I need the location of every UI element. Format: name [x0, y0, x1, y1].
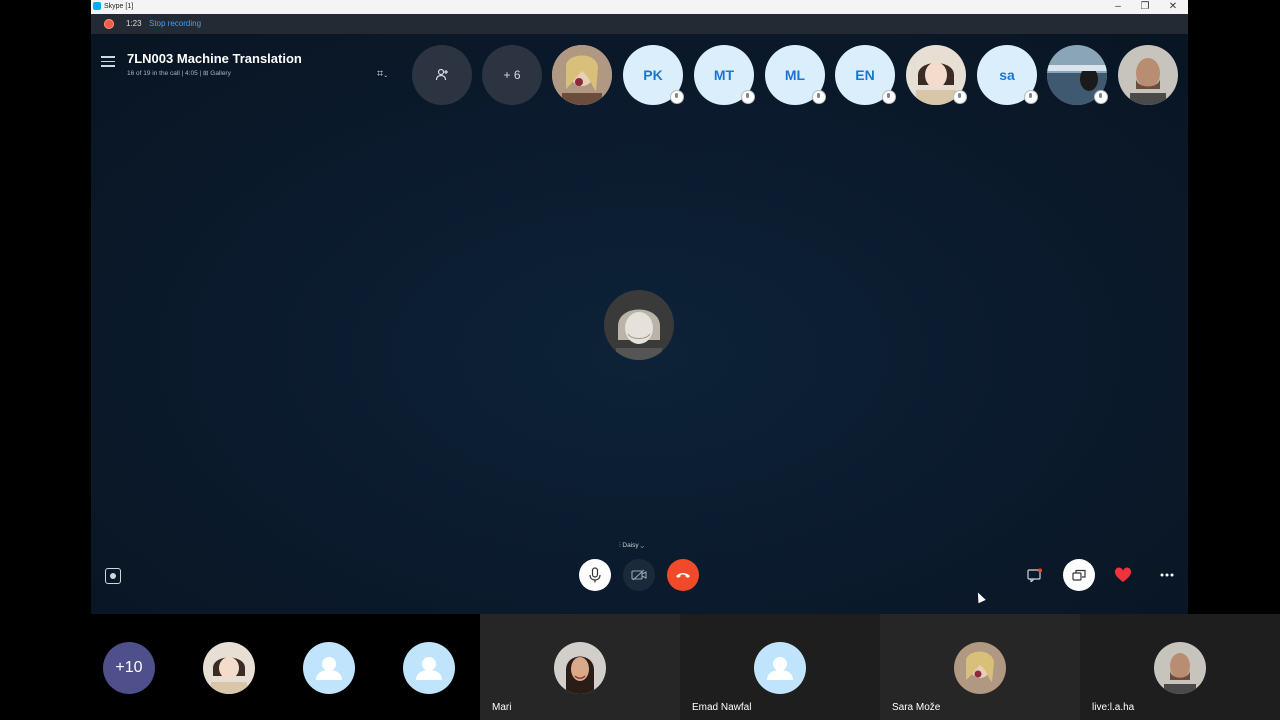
skype-logo-icon: [93, 2, 101, 10]
mic-button[interactable]: [579, 559, 611, 591]
share-screen-button[interactable]: [1063, 559, 1095, 591]
reactions-button[interactable]: [1112, 564, 1134, 586]
skype-window: Skype [1] – ❐ ✕ 1:23 Stop recording 7LN0…: [91, 0, 1188, 614]
heart-icon: [1114, 567, 1132, 582]
title-bar: Skype [1] – ❐ ✕: [91, 0, 1188, 14]
recording-time: 1:23: [126, 19, 142, 28]
hangup-button[interactable]: [667, 559, 699, 591]
participant-avatar: [554, 642, 606, 694]
chat-button[interactable]: [1024, 564, 1046, 586]
mic-muted-icon: [741, 90, 755, 104]
participant-name: Sara Može: [892, 702, 941, 713]
default-avatar[interactable]: [403, 642, 455, 694]
more-options-button[interactable]: [1156, 564, 1178, 586]
chat-icon: [1027, 568, 1042, 582]
participant-avatar: [954, 642, 1006, 694]
close-button[interactable]: ✕: [1161, 0, 1185, 14]
call-title: 7LN003 Machine Translation: [127, 51, 302, 66]
overflow-count-button[interactable]: +10: [103, 642, 155, 694]
mic-muted-icon: [670, 90, 684, 104]
call-stage: 7LN003 Machine Translation 16 of 19 in t…: [91, 34, 1188, 614]
mic-muted-icon: [812, 90, 826, 104]
participant-tile[interactable]: live:l.a.ha: [1080, 614, 1280, 720]
default-avatar: [754, 642, 806, 694]
more-participants-button[interactable]: + 6: [482, 45, 542, 105]
hamburger-icon[interactable]: [101, 56, 115, 68]
mic-icon: [589, 567, 601, 583]
call-subtitle: 16 of 19 in the call | 4:05 | ⊞ Gallery: [127, 70, 231, 77]
recording-icon: [104, 19, 114, 29]
gallery-strip: +10 Mari Emad Nawfal Sara Može live:l.a.…: [91, 614, 1280, 720]
participant-tile[interactable]: Mari: [480, 614, 680, 720]
participant-avatar[interactable]: [1118, 45, 1178, 105]
camera-button[interactable]: [623, 559, 655, 591]
participant-tile[interactable]: Emad Nawfal: [680, 614, 880, 720]
mic-muted-icon: [1024, 90, 1038, 104]
participant-name: Emad Nawfal: [692, 702, 752, 713]
share-screen-icon: [1072, 569, 1086, 581]
default-avatar[interactable]: [303, 642, 355, 694]
layout-icon[interactable]: ⌗⌄: [377, 68, 395, 80]
more-icon: [1160, 573, 1174, 577]
participant-name: Mari: [492, 702, 512, 713]
camera-off-icon: [631, 569, 647, 581]
participant-avatar: [1154, 642, 1206, 694]
window-title: Skype [1]: [104, 3, 134, 10]
participant-avatar[interactable]: [552, 45, 612, 105]
minimize-button[interactable]: –: [1106, 0, 1130, 14]
add-person-button[interactable]: [412, 45, 472, 105]
mic-muted-icon: [1094, 90, 1108, 104]
mic-muted-icon: [953, 90, 967, 104]
mic-muted-icon: [882, 90, 896, 104]
stop-recording-link[interactable]: Stop recording: [149, 19, 201, 28]
focus-icon[interactable]: [105, 568, 121, 584]
recording-bar: 1:23 Stop recording: [91, 14, 1188, 34]
participant-name: live:l.a.ha: [1092, 702, 1135, 713]
maximize-button[interactable]: ❐: [1133, 0, 1157, 14]
add-person-icon: [435, 68, 448, 81]
speaker-avatar: [604, 290, 674, 360]
audio-device-label[interactable]: ⫶ Daisy ⌄: [619, 542, 644, 550]
gallery-avatar[interactable]: [203, 642, 255, 694]
participant-tile[interactable]: Sara Može: [880, 614, 1080, 720]
hangup-icon: [676, 573, 690, 578]
